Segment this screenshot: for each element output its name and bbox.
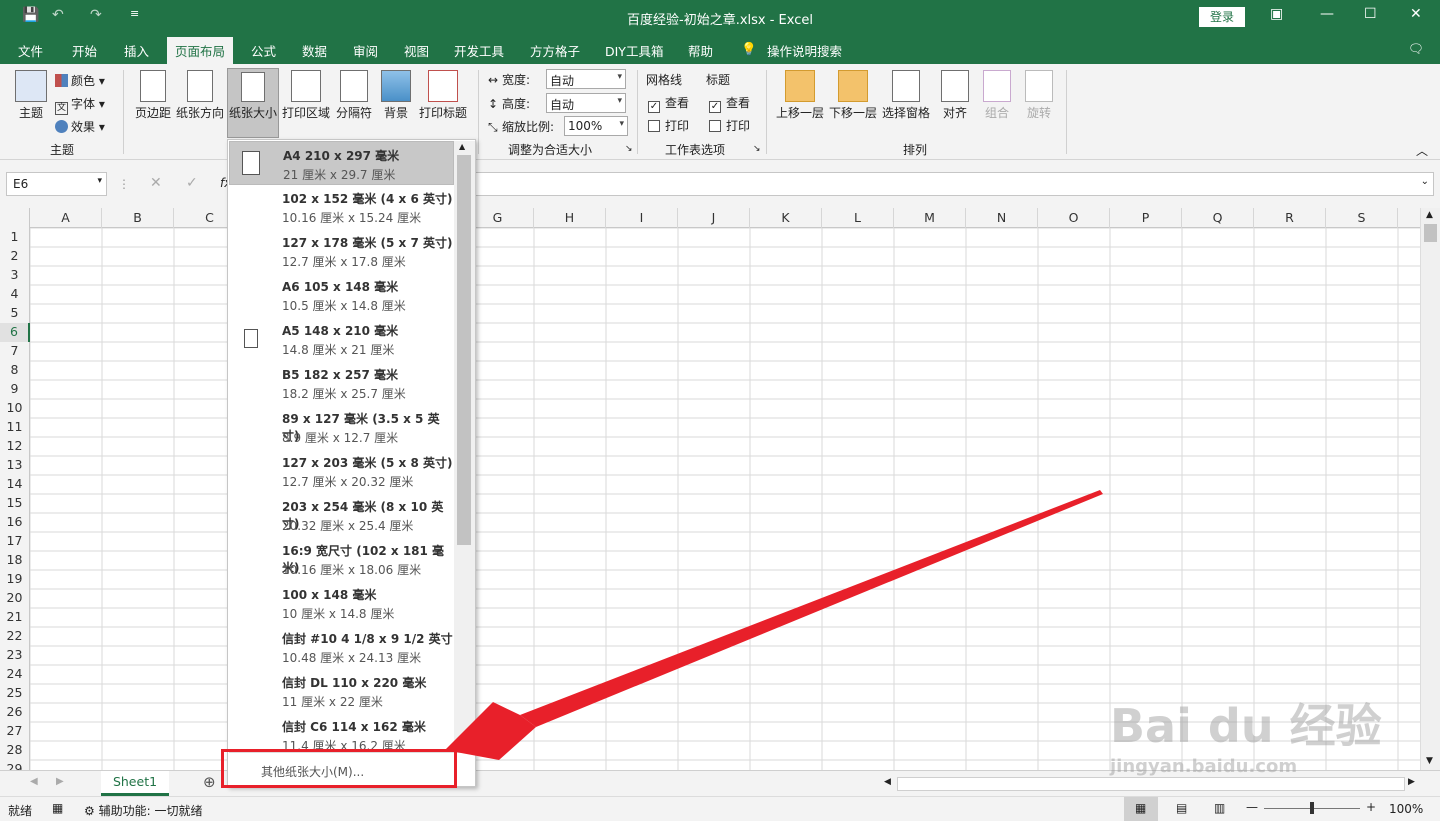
arrow-head	[445, 702, 536, 760]
arrow-shaft	[520, 490, 1103, 727]
baidu-watermark-url: jingyan.baidu.com	[1110, 756, 1298, 777]
baidu-watermark-logo: Bai du 经验	[1110, 699, 1382, 753]
